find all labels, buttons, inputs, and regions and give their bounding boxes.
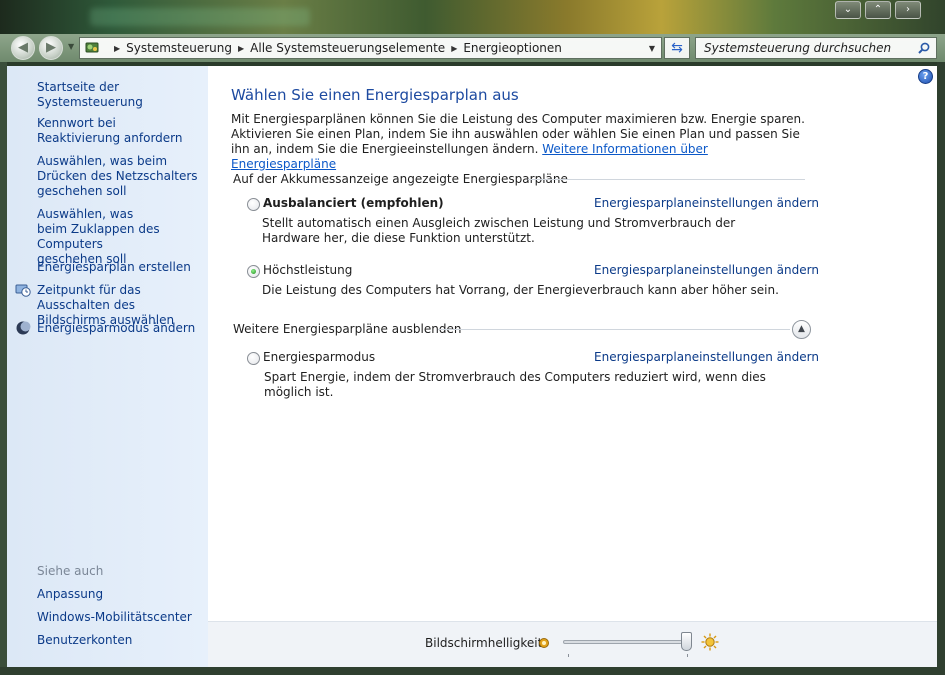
window-frame-left	[0, 62, 7, 675]
sidebar-item-password-on-wakeup[interactable]: Kennwort bei Reaktivierung anfordern	[37, 116, 197, 146]
plan-ausbalanciert-radio[interactable]	[247, 198, 260, 211]
brightness-slider-thumb[interactable]	[681, 632, 692, 651]
history-dropdown-icon[interactable]: ▼	[68, 42, 74, 51]
plan-hoechstleistung-name[interactable]: Höchstleistung	[263, 263, 352, 277]
moon-icon	[16, 321, 31, 335]
main-content: ? Wählen Sie einen Energiesparplan aus M…	[208, 66, 937, 667]
search-icon[interactable]	[918, 42, 930, 54]
brightness-slider-track[interactable]	[563, 640, 685, 644]
intro-text: Mit Energiesparplänen können Sie die Lei…	[231, 112, 816, 172]
see-also-anpassung[interactable]: Anpassung	[37, 587, 207, 602]
plan-ausbalanciert-settings-link[interactable]: Energiesparplaneinstellungen ändern	[594, 196, 819, 210]
plan-energiesparmodus-settings-link[interactable]: Energiesparplaneinstellungen ändern	[594, 350, 819, 364]
breadcrumb-separator-icon[interactable]: ▶	[238, 44, 244, 53]
back-button[interactable]: ◀	[11, 36, 35, 60]
breadcrumb-systemsteuerung[interactable]: Systemsteuerung	[126, 41, 232, 55]
search-placeholder: Systemsteuerung durchsuchen	[704, 41, 892, 55]
slider-tick	[687, 654, 688, 657]
plan-energiesparmodus-description: Spart Energie, indem der Stromverbrauch …	[264, 370, 766, 399]
search-input[interactable]: Systemsteuerung durchsuchen	[695, 37, 937, 59]
sidebar-home-link[interactable]: Startseite der Systemsteuerung	[37, 80, 207, 110]
dim-sun-icon	[539, 638, 549, 648]
sidebar-item-sleep[interactable]: Energiesparmodus ändern	[37, 321, 207, 336]
breadcrumb-alle-elemente[interactable]: Alle Systemsteuerungselemente	[250, 41, 445, 55]
plan-ausbalanciert-description: Stellt automatisch einen Ausgleich zwisc…	[262, 216, 736, 245]
address-bar-area: ◀ ▶ ▼ ▶ Systemsteuerung ▶ Alle Systemste…	[0, 34, 945, 62]
breadcrumb-separator-icon[interactable]: ▶	[451, 44, 457, 53]
plan-hoechstleistung-radio[interactable]	[247, 265, 260, 278]
sidebar-item-lid-close[interactable]: Auswählen, was beim Zuklappen des Comput…	[37, 207, 165, 267]
brightness-footer: Bildschirmhelligkeit:	[208, 621, 937, 667]
group-hide-plans-heading[interactable]: Weitere Energiesparpläne ausblenden	[233, 322, 461, 336]
help-icon[interactable]: ?	[918, 69, 933, 84]
title-glow	[90, 8, 310, 26]
group-divider	[528, 179, 805, 180]
plan-energiesparmodus-name[interactable]: Energiesparmodus	[263, 350, 375, 364]
forward-button[interactable]: ▶	[39, 36, 63, 60]
address-field[interactable]: ▶ Systemsteuerung ▶ Alle Systemsteuerung…	[79, 37, 662, 59]
refresh-button[interactable]: ⇆	[664, 37, 690, 59]
close-button[interactable]: ›	[895, 1, 921, 19]
see-also-user-accounts[interactable]: Benutzerkonten	[37, 633, 207, 648]
group-divider	[438, 329, 790, 330]
plan-hoechstleistung-settings-link[interactable]: Energiesparplaneinstellungen ändern	[594, 263, 819, 277]
title-bar: ⌄ ⌃ ›	[0, 0, 945, 34]
sidebar-item-power-button[interactable]: Auswählen, was beim Drücken des Netzscha…	[37, 154, 207, 199]
control-panel-icon	[84, 40, 102, 56]
maximize-button[interactable]: ⌃	[865, 1, 891, 19]
sidebar-item-create-plan[interactable]: Energiesparplan erstellen	[37, 260, 207, 275]
plan-energiesparmodus-radio[interactable]	[247, 352, 260, 365]
plan-ausbalanciert-name[interactable]: Ausbalanciert (empfohlen)	[263, 196, 444, 210]
brightness-label: Bildschirmhelligkeit:	[425, 636, 547, 650]
address-dropdown-icon[interactable]: ▼	[649, 44, 655, 53]
plan-hoechstleistung-description: Die Leistung des Computers hat Vorrang, …	[262, 283, 779, 297]
sidebar: Startseite der Systemsteuerung Kennwort …	[7, 66, 208, 667]
slider-tick	[568, 654, 569, 657]
page-title: Wählen Sie einen Energiesparplan aus	[231, 86, 519, 104]
breadcrumb-energieoptionen[interactable]: Energieoptionen	[463, 41, 562, 55]
breadcrumb-separator-icon[interactable]: ▶	[114, 44, 120, 53]
monitor-clock-icon	[15, 284, 31, 297]
intro-paragraph: Mit Energiesparplänen können Sie die Lei…	[231, 112, 805, 156]
bright-sun-icon	[701, 633, 719, 651]
group-battery-meter-heading: Auf der Akkumessanzeige angezeigte Energ…	[233, 172, 568, 186]
see-also-mobility-center[interactable]: Windows-Mobilitätscenter	[37, 610, 207, 625]
collapse-chevron-icon[interactable]: ▲	[792, 320, 811, 339]
see-also-heading: Siehe auch	[37, 564, 104, 578]
window-frame-right	[937, 62, 945, 675]
window-frame-bottom	[0, 667, 945, 675]
minimize-button[interactable]: ⌄	[835, 1, 861, 19]
